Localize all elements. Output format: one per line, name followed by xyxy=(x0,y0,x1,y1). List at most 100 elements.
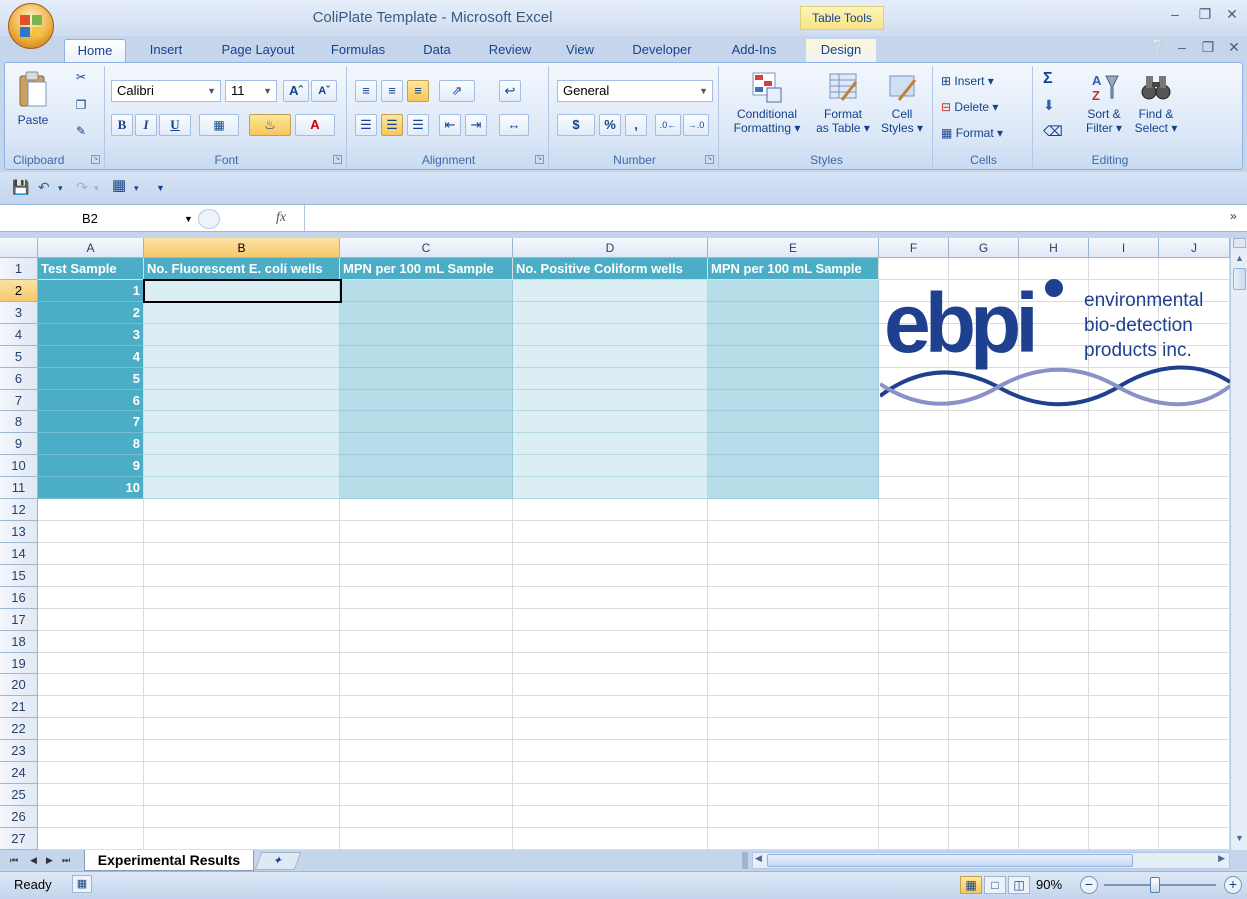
grid-cell[interactable] xyxy=(1019,653,1089,674)
grid-cell[interactable] xyxy=(340,499,513,521)
undo-icon[interactable]: ↶ xyxy=(38,180,50,194)
grow-font-icon[interactable]: Aˆ xyxy=(283,80,309,102)
header-cell-test-sample[interactable]: Test Sample xyxy=(38,258,144,280)
grid-cell[interactable] xyxy=(1159,806,1230,828)
header-cell-mpn-ecoli[interactable]: MPN per 100 mL Sample xyxy=(340,258,513,280)
row-header-13[interactable]: 13 xyxy=(0,521,38,543)
grid-cell[interactable] xyxy=(340,762,513,784)
grid-cell[interactable] xyxy=(879,455,949,477)
grid-cell[interactable] xyxy=(340,806,513,828)
first-sheet-icon[interactable]: ⏮ xyxy=(10,853,18,867)
fill-color-icon[interactable]: ♨ xyxy=(249,114,291,136)
grid-cell[interactable] xyxy=(949,587,1019,609)
table-data-cell[interactable] xyxy=(144,477,340,499)
grid-cell[interactable] xyxy=(1159,455,1230,477)
table-data-cell[interactable] xyxy=(513,280,708,302)
grid-cell[interactable] xyxy=(144,828,340,850)
grid-cell[interactable] xyxy=(1089,433,1159,455)
paste-button[interactable]: Paste xyxy=(13,70,53,130)
align-right-icon[interactable]: ☰ xyxy=(407,114,429,136)
grid-cell[interactable] xyxy=(513,784,708,806)
grid-cell[interactable] xyxy=(38,653,144,674)
grid-cell[interactable] xyxy=(1089,631,1159,653)
row-header-12[interactable]: 12 xyxy=(0,499,38,521)
zoom-slider-track[interactable] xyxy=(1104,884,1216,886)
form-icon[interactable]: ▦ xyxy=(112,178,126,193)
grid-cell[interactable] xyxy=(1089,455,1159,477)
ribbon-minimize-icon[interactable]: – xyxy=(1172,39,1192,55)
table-data-cell[interactable] xyxy=(708,390,879,411)
autosum-icon[interactable]: Σ xyxy=(1043,71,1053,87)
sample-number-cell[interactable]: 10 xyxy=(38,477,144,499)
grid-cell[interactable] xyxy=(1159,258,1230,280)
grid-cell[interactable] xyxy=(1159,718,1230,740)
table-data-cell[interactable] xyxy=(340,455,513,477)
table-data-cell[interactable] xyxy=(144,302,340,324)
grid-cell[interactable] xyxy=(513,499,708,521)
decrease-decimal-icon[interactable]: →.0 xyxy=(683,114,709,136)
grid-cell[interactable] xyxy=(340,718,513,740)
grid-cell[interactable] xyxy=(1159,609,1230,631)
column-header-a[interactable]: A xyxy=(38,238,144,258)
grid-cell[interactable] xyxy=(949,674,1019,696)
header-cell-fluorescent-wells[interactable]: No. Fluorescent E. coli wells xyxy=(144,258,340,280)
name-box[interactable]: B2 ▼ xyxy=(8,209,193,229)
save-icon[interactable]: 💾 xyxy=(12,180,29,194)
grid-cell[interactable] xyxy=(513,674,708,696)
grid-cell[interactable] xyxy=(38,784,144,806)
grid-cell[interactable] xyxy=(1159,411,1230,433)
increase-decimal-icon[interactable]: .0← xyxy=(655,114,681,136)
grid-cell[interactable] xyxy=(1159,653,1230,674)
tab-data[interactable]: Data xyxy=(412,39,462,62)
table-data-cell[interactable] xyxy=(708,324,879,346)
page-layout-view-icon[interactable]: □ xyxy=(984,876,1006,894)
grid-cell[interactable] xyxy=(340,784,513,806)
grid-cell[interactable] xyxy=(949,762,1019,784)
scroll-right-icon[interactable]: ▶ xyxy=(1218,853,1225,864)
grid-cell[interactable] xyxy=(949,696,1019,718)
grid-cell[interactable] xyxy=(1019,433,1089,455)
grid-cell[interactable] xyxy=(513,806,708,828)
grid-cell[interactable] xyxy=(144,521,340,543)
grid-cell[interactable] xyxy=(1089,696,1159,718)
table-data-cell[interactable] xyxy=(144,390,340,411)
table-data-cell[interactable] xyxy=(708,455,879,477)
grid-cell[interactable] xyxy=(38,828,144,850)
underline-button[interactable]: U xyxy=(159,114,191,136)
grid-cell[interactable] xyxy=(879,696,949,718)
sample-number-cell[interactable]: 5 xyxy=(38,368,144,390)
row-header-7[interactable]: 7 xyxy=(0,390,38,411)
vertical-scroll-thumb[interactable] xyxy=(1233,268,1246,290)
grid-cell[interactable] xyxy=(879,543,949,565)
grid-cell[interactable] xyxy=(340,565,513,587)
copy-icon[interactable]: ❐ xyxy=(71,98,91,112)
grid-cell[interactable] xyxy=(340,653,513,674)
grid-cell[interactable] xyxy=(879,587,949,609)
row-header-5[interactable]: 5 xyxy=(0,346,38,368)
tab-design[interactable]: Design xyxy=(806,39,876,62)
normal-view-icon[interactable]: ▦ xyxy=(960,876,982,894)
last-sheet-icon[interactable]: ⏭ xyxy=(62,853,70,867)
row-header-17[interactable]: 17 xyxy=(0,609,38,631)
worksheet-grid[interactable]: A B C D E F G H I J 1 2 3 4 5 6 7 8 9 10 11 12 13 14 1… xyxy=(0,238,1230,850)
sample-number-cell[interactable]: 2 xyxy=(38,302,144,324)
grid-cell[interactable] xyxy=(949,433,1019,455)
grid-cell[interactable] xyxy=(708,806,879,828)
grid-cell[interactable] xyxy=(1089,521,1159,543)
number-format-box[interactable]: General ▼ xyxy=(557,80,713,102)
grid-cell[interactable] xyxy=(38,674,144,696)
orientation-icon[interactable]: ⇗ xyxy=(439,80,475,102)
row-header-25[interactable]: 25 xyxy=(0,784,38,806)
font-name-box[interactable]: Calibri ▼ xyxy=(111,80,221,102)
grid-cell[interactable] xyxy=(513,653,708,674)
grid-cell[interactable] xyxy=(1089,653,1159,674)
column-header-j[interactable]: J xyxy=(1159,238,1230,258)
alignment-launcher-icon[interactable]: ↘ xyxy=(535,155,544,164)
grid-cell[interactable] xyxy=(879,499,949,521)
grid-cell[interactable] xyxy=(1089,806,1159,828)
grid-cell[interactable] xyxy=(340,543,513,565)
table-data-cell[interactable] xyxy=(144,433,340,455)
clipboard-launcher-icon[interactable]: ↘ xyxy=(91,155,100,164)
clear-icon[interactable]: ⌫ xyxy=(1043,124,1063,138)
grid-cell[interactable] xyxy=(1159,477,1230,499)
